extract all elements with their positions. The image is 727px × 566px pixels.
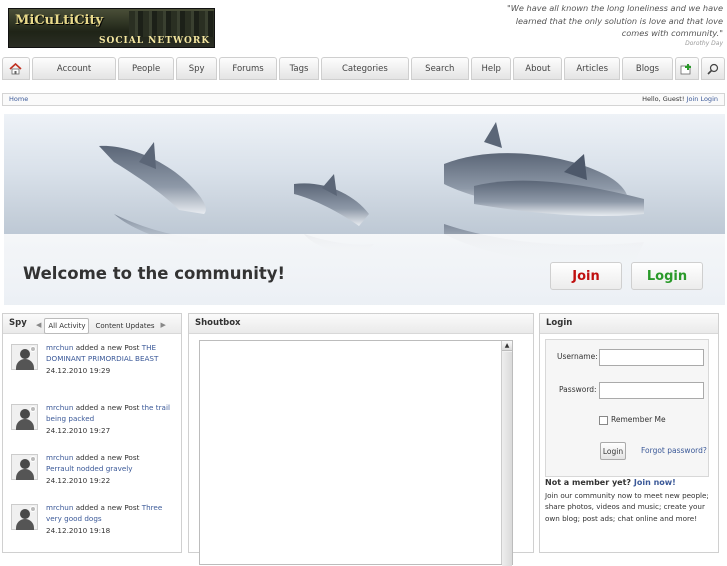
post-link[interactable]: Perrault nodded gravely (46, 464, 133, 473)
not-member-label: Not a member yet? (545, 478, 632, 487)
activity-time: 24.12.2010 19:27 (46, 425, 111, 435)
join-description: Join our community now to meet new peopl… (545, 491, 709, 523)
forgot-password-link[interactable]: Forgot password? (641, 446, 707, 455)
activity-action: added a new Post (75, 403, 140, 412)
login-header: Login (540, 314, 718, 334)
add-window-icon (681, 63, 692, 74)
nav-home[interactable] (2, 57, 30, 80)
list-item: mrchun added a new Post THE DOMINANT PRI… (9, 342, 177, 392)
logo-subtitle: SOCIAL NETWORK (99, 36, 211, 46)
quote-author: Dorothy Day (685, 39, 723, 47)
header-quote: "We have all known the long loneliness a… (493, 2, 723, 48)
nav-add[interactable] (674, 57, 699, 80)
user-link[interactable]: mrchun (46, 343, 73, 352)
nav-about[interactable]: About (513, 57, 563, 80)
remember-checkbox[interactable] (599, 416, 608, 425)
user-link[interactable]: mrchun (46, 403, 73, 412)
banner-login-button[interactable]: Login (631, 262, 703, 290)
nav-categories[interactable]: Categories (321, 57, 409, 80)
user-link[interactable]: mrchun (46, 453, 73, 462)
welcome-banner: Welcome to the community! Join Login (4, 114, 725, 305)
nav-blogs[interactable]: Blogs (622, 57, 673, 80)
login-panel: Login Username: Password: Remember Me Lo… (539, 313, 719, 553)
activity-action: added a new Post (75, 453, 140, 462)
nav-articles[interactable]: Articles (564, 57, 621, 80)
nav-people[interactable]: People (118, 57, 174, 80)
nav-search-icon-tab[interactable] (700, 57, 725, 80)
activity-text: mrchun added a new Post Three very good … (46, 502, 171, 536)
activity-text: mrchun added a new Post the trail being … (46, 402, 171, 436)
shoutbox-title: Shoutbox (195, 318, 241, 328)
activity-action: added a new Post (75, 503, 140, 512)
tab-content-updates[interactable]: Content Updates (92, 319, 157, 333)
list-item: mrchun added a new Post Perrault nodded … (9, 452, 177, 492)
avatar[interactable] (11, 404, 38, 430)
avatar[interactable] (11, 504, 38, 530)
shoutbox-panel: Shoutbox ▲ (188, 313, 534, 566)
banner-join-button[interactable]: Join (550, 262, 622, 290)
activity-time: 24.12.2010 19:29 (46, 365, 111, 375)
spy-panel: Spy ◀ All Activity Content Updates ▶ mrc… (2, 313, 182, 553)
spy-tabs: ◀ All Activity Content Updates ▶ (36, 316, 166, 335)
welcome-heading: Welcome to the community! (23, 264, 286, 283)
remember-label: Remember Me (611, 415, 666, 424)
logo-title: MiCuLtiCity (15, 13, 104, 28)
shoutbox-messages[interactable]: ▲ (199, 340, 513, 566)
guest-greeting: Hello, Guest! Join Login (642, 94, 718, 105)
activity-text: mrchun added a new Post THE DOMINANT PRI… (46, 342, 171, 376)
username-label: Username: (557, 352, 598, 361)
activity-time: 24.12.2010 19:22 (46, 475, 111, 485)
shoutbox-scrollbar[interactable]: ▲ (501, 341, 512, 566)
login-form: Username: Password: Remember Me Login Fo… (545, 339, 709, 477)
search-icon (707, 63, 719, 75)
list-item: mrchun added a new Post Three very good … (9, 502, 177, 542)
greeting-text: Hello, Guest! (642, 95, 685, 103)
activity-time: 24.12.2010 19:18 (46, 525, 111, 535)
avatar[interactable] (11, 454, 38, 480)
header: MiCuLtiCity SOCIAL NETWORK "We have all … (0, 0, 727, 57)
site-logo[interactable]: MiCuLtiCity SOCIAL NETWORK (8, 8, 215, 48)
activity-action: added a new Post (75, 343, 140, 352)
list-item: mrchun added a new Post the trail being … (9, 402, 177, 442)
nav-search[interactable]: Search (410, 57, 470, 80)
login-title: Login (546, 318, 573, 328)
not-member-text: Not a member yet? Join now! (545, 478, 676, 487)
prev-arrow-icon[interactable]: ◀ (36, 316, 41, 335)
join-now-link[interactable]: Join now! (634, 478, 676, 487)
shoutbox-header: Shoutbox (189, 314, 533, 334)
breadcrumb: Home Hello, Guest! Join Login (2, 93, 725, 106)
activity-text: mrchun added a new Post Perrault nodded … (46, 452, 171, 486)
nav-forums[interactable]: Forums (219, 57, 277, 80)
next-arrow-icon[interactable]: ▶ (161, 316, 166, 335)
nav-help[interactable]: Help (471, 57, 512, 80)
tab-all-activity[interactable]: All Activity (44, 317, 90, 334)
quote-text: "We have all known the long loneliness a… (507, 3, 723, 38)
username-field[interactable] (599, 349, 704, 366)
scroll-thumb[interactable] (502, 352, 512, 566)
scroll-up-icon[interactable]: ▲ (502, 341, 512, 351)
password-field[interactable] (599, 382, 704, 399)
password-label: Password: (559, 385, 597, 394)
avatar[interactable] (11, 344, 38, 370)
user-link[interactable]: mrchun (46, 503, 73, 512)
login-button[interactable]: Login (600, 442, 626, 460)
breadcrumb-home[interactable]: Home (9, 94, 28, 105)
home-icon (9, 62, 22, 74)
logo-skyline-image (129, 11, 214, 37)
spy-title: Spy (9, 318, 27, 328)
nav-account[interactable]: Account (31, 57, 117, 80)
nav-spy[interactable]: Spy (175, 57, 218, 80)
join-link[interactable]: Join (687, 95, 699, 103)
nav-tags[interactable]: Tags (278, 57, 320, 80)
main-navigation: Account People Spy Forums Tags Categorie… (2, 57, 725, 80)
login-link[interactable]: Login (700, 95, 718, 103)
spy-header: Spy ◀ All Activity Content Updates ▶ (3, 314, 181, 334)
